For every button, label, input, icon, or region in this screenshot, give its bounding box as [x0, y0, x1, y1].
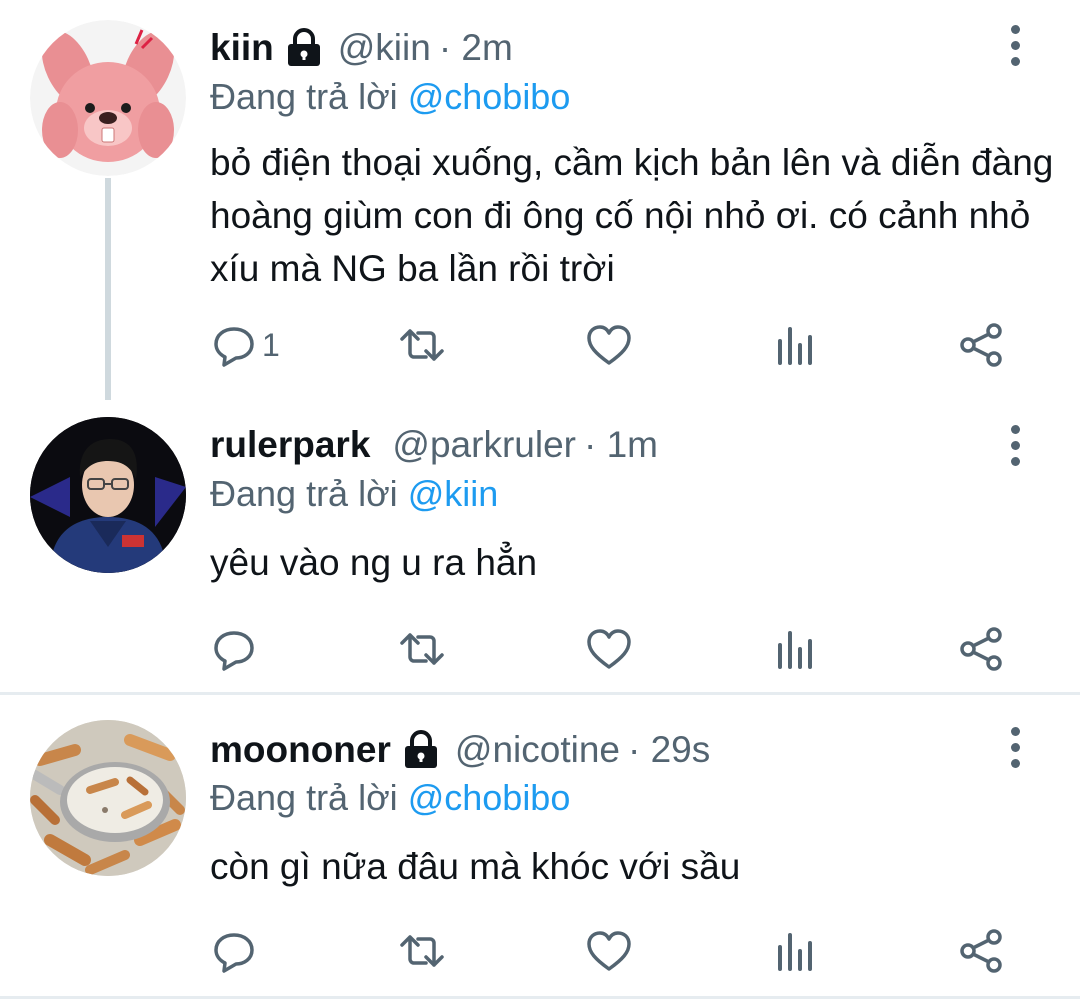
replying-to: Đang trả lời @kiin: [210, 473, 498, 515]
like-button[interactable]: [585, 926, 633, 976]
retweet-button[interactable]: [398, 926, 446, 976]
avatar-moononer[interactable]: [30, 720, 186, 876]
action-bar: [210, 926, 1030, 976]
replying-label: Đang trả lời: [210, 76, 398, 117]
user-handle[interactable]: @parkruler: [392, 424, 576, 466]
tweet-moononer[interactable]: moononer @nicotine · 29s Đang trả lời @c…: [0, 695, 1080, 999]
heart-icon: [587, 931, 631, 971]
avatar-kiin[interactable]: [30, 20, 186, 176]
replying-mention[interactable]: @chobibo: [408, 76, 571, 117]
analytics-button[interactable]: [772, 926, 820, 976]
retweet-icon: [400, 935, 444, 967]
tweet-kiin[interactable]: kiin @kiin · 2m Đang trả lời @chobibo bỏ…: [0, 0, 1080, 400]
share-button[interactable]: [958, 926, 1006, 976]
replying-label: Đang trả lời: [210, 473, 398, 514]
display-name[interactable]: rulerpark: [210, 424, 370, 466]
analytics-button[interactable]: [772, 320, 820, 370]
timestamp[interactable]: · 1m: [584, 424, 658, 466]
share-icon: [960, 627, 1002, 671]
like-button[interactable]: [585, 624, 633, 674]
analytics-icon: [778, 327, 812, 365]
reply-button[interactable]: [210, 624, 258, 674]
replying-to: Đang trả lời @chobibo: [210, 76, 570, 118]
replying-mention[interactable]: @chobibo: [408, 777, 571, 818]
avatar-rulerpark[interactable]: [30, 417, 186, 573]
share-button[interactable]: [958, 624, 1006, 674]
reply-icon: [214, 933, 254, 973]
retweet-icon: [400, 329, 444, 361]
reply-icon: [214, 631, 254, 671]
reply-count: 1: [262, 326, 280, 363]
display-name[interactable]: moononer: [210, 729, 391, 771]
tweet-header: kiin @kiin · 2m: [210, 18, 513, 78]
user-handle[interactable]: @nicotine: [455, 729, 620, 771]
share-icon: [960, 323, 1002, 367]
timestamp[interactable]: · 2m: [439, 27, 513, 69]
replying-mention[interactable]: @kiin: [408, 473, 499, 514]
more-vertical-icon[interactable]: [1000, 717, 1030, 777]
reply-button[interactable]: [210, 926, 258, 976]
reply-button[interactable]: 1: [210, 320, 280, 370]
replying-to: Đang trả lời @chobibo: [210, 777, 570, 819]
timestamp[interactable]: · 29s: [628, 729, 710, 771]
analytics-icon: [778, 933, 812, 971]
retweet-icon: [400, 633, 444, 665]
lock-icon: [401, 730, 441, 770]
replying-label: Đang trả lời: [210, 777, 398, 818]
more-vertical-icon[interactable]: [1000, 15, 1030, 75]
tweet-text: yêu vào ng u ra hẳn: [210, 542, 538, 583]
analytics-button[interactable]: [772, 624, 820, 674]
reply-icon: [214, 327, 254, 367]
tweet-header: moononer @nicotine · 29s: [210, 720, 710, 780]
tweet-header: rulerpark @parkruler · 1m: [210, 415, 658, 475]
thread-line: [105, 178, 111, 400]
share-button[interactable]: [958, 320, 1006, 370]
like-button[interactable]: [585, 320, 633, 370]
action-bar: 1: [210, 320, 1030, 370]
tweet-text: bỏ điện thoại xuống, cầm kịch bản lên và…: [210, 142, 1054, 289]
more-vertical-icon[interactable]: [1000, 415, 1030, 475]
share-icon: [960, 929, 1002, 973]
lock-icon: [284, 28, 324, 68]
retweet-button[interactable]: [398, 320, 446, 370]
display-name[interactable]: kiin: [210, 27, 274, 69]
retweet-button[interactable]: [398, 624, 446, 674]
user-handle[interactable]: @kiin: [338, 27, 431, 69]
tweet-text: còn gì nữa đâu mà khóc với sầu: [210, 846, 741, 887]
heart-icon: [587, 325, 631, 365]
tweet-rulerpark[interactable]: rulerpark @parkruler · 1m Đang trả lời @…: [0, 400, 1080, 690]
heart-icon: [587, 629, 631, 669]
analytics-icon: [778, 631, 812, 669]
action-bar: [210, 624, 1030, 674]
